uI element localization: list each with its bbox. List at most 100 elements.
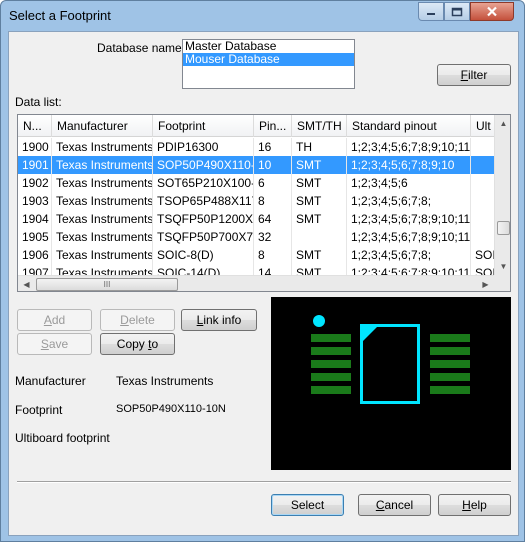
left-pad: [311, 373, 351, 381]
close-button[interactable]: [470, 2, 514, 21]
cell-footprint: TSOP65P488X117-8: [153, 192, 254, 210]
table-row[interactable]: 1903Texas InstrumentsTSOP65P488X117-88SM…: [18, 192, 494, 210]
cancel-button[interactable]: Cancel: [358, 494, 431, 516]
left-pad: [311, 360, 351, 368]
database-listbox[interactable]: Master Database Mouser Database: [182, 39, 355, 89]
cell-standard-pinout: 1;2;3;4;5;6;7;8;9;10;11: [347, 228, 471, 246]
horizontal-scroll-thumb[interactable]: III: [36, 278, 178, 291]
data-list-grid[interactable]: N... Manufacturer Footprint Pin... SMT/T…: [17, 114, 511, 292]
help-button[interactable]: Help: [438, 494, 511, 516]
cell-standard-pinout: 1;2;3;4;5;6;7;8;: [347, 192, 471, 210]
cell-manufacturer: Texas Instruments: [52, 210, 153, 228]
vertical-scrollbar[interactable]: ▲ ▼: [494, 115, 510, 275]
add-button-label: dd: [51, 313, 66, 327]
scroll-right-arrow-icon[interactable]: ▶: [477, 276, 494, 291]
right-pad: [430, 373, 470, 381]
horizontal-scrollbar[interactable]: ◀ III ▶: [18, 275, 494, 291]
title-bar[interactable]: Select a Footprint: [1, 1, 524, 31]
link-info-button[interactable]: Link info: [181, 309, 257, 331]
maximize-button[interactable]: [444, 2, 470, 21]
table-row[interactable]: 1900 Texas Instruments PDIP16300 16 TH 1;2;3;…: [18, 138, 494, 156]
cell-manufacturer: Texas Instruments: [52, 138, 153, 156]
ultiboard-footprint-label: Ultiboard footprint: [15, 431, 110, 445]
maximize-icon: [451, 7, 463, 16]
cell-footprint: PDIP16300: [153, 138, 254, 156]
cell-pins: 32: [254, 228, 292, 246]
cell-number: 1906: [18, 246, 52, 264]
copy-to-button-label-pre: Copy: [116, 337, 149, 351]
manufacturer-value: Texas Instruments: [116, 374, 214, 388]
cell-manufacturer: Texas Instruments: [52, 228, 153, 246]
link-info-button-label: ink info: [203, 313, 242, 327]
help-button-label: elp: [470, 498, 487, 512]
add-button[interactable]: Add: [17, 309, 92, 331]
separator-line: [17, 481, 511, 483]
cell-pins: 8: [254, 246, 292, 264]
cell-smt-th: SMT: [292, 210, 347, 228]
cell-standard-pinout: 1;2;3;4;5;6;7;8;: [347, 246, 471, 264]
filter-button[interactable]: Filter: [437, 64, 511, 86]
scroll-left-arrow-icon[interactable]: ◀: [18, 276, 35, 291]
table-row[interactable]: 1906 Texas Instruments SOIC-8(D) 8 SMT 1;2;3;…: [18, 246, 496, 264]
cell-standard-pinout: 1;2;3;4;5;6;7;8;9;10;11: [347, 210, 471, 228]
save-button[interactable]: Save: [17, 333, 92, 355]
cell-manufacturer: Texas Instruments: [52, 174, 153, 192]
footprint-label: Footprint: [15, 403, 63, 417]
save-button-mnemonic: S: [40, 337, 49, 351]
cell-standard-pinout: 1;2;3;4;5;6: [347, 174, 471, 192]
scroll-down-arrow-icon[interactable]: ▼: [495, 258, 510, 275]
copy-to-button-label: o: [151, 337, 159, 351]
cell-number: 1902: [18, 174, 52, 192]
cell-standard-pinout: 1;2;3;4;5;6;7;8;9;10: [347, 156, 471, 174]
cell-standard-pinout: 1;2;3;4;5;6;7;8;9;10;11: [347, 138, 471, 156]
save-button-label: ave: [48, 337, 69, 351]
column-header-smt-th[interactable]: SMT/TH: [292, 115, 347, 137]
cell-footprint: TSQFP50P700X700X: [153, 228, 254, 246]
scrollbar-corner: [494, 275, 510, 291]
left-pad: [311, 347, 351, 355]
scroll-up-arrow-icon[interactable]: ▲: [495, 115, 510, 132]
delete-button[interactable]: Delete: [100, 309, 175, 331]
delete-button-mnemonic: D: [120, 313, 129, 327]
vertical-scroll-thumb[interactable]: [497, 221, 510, 235]
manufacturer-label: Manufacturer: [15, 374, 86, 388]
column-header-standard-pinout[interactable]: Standard pinout: [347, 115, 471, 137]
cell-number: 1904: [18, 210, 52, 228]
cell-footprint: SOT65P210X100-6N: [153, 174, 254, 192]
cell-smt-th: TH: [292, 138, 347, 156]
right-pad: [430, 386, 470, 394]
column-header-pins[interactable]: Pin...: [254, 115, 292, 137]
database-option-mouser[interactable]: Mouser Database: [183, 53, 354, 66]
cell-number: 1905: [18, 228, 52, 246]
cell-pins: 10: [254, 156, 292, 174]
minimize-button[interactable]: [418, 2, 444, 21]
cell-pins: 6: [254, 174, 292, 192]
select-button[interactable]: Select: [271, 494, 344, 516]
cell-number: 1900: [18, 138, 52, 156]
left-pad: [311, 334, 351, 342]
cell-manufacturer: Texas Instruments: [52, 246, 153, 264]
column-header-footprint[interactable]: Footprint: [153, 115, 254, 137]
column-header-manufacturer[interactable]: Manufacturer: [52, 115, 153, 137]
cell-smt-th: SMT: [292, 174, 347, 192]
table-row[interactable]: 1905Texas InstrumentsTSQFP50P700X700X32 1…: [18, 228, 494, 246]
cell-number: 1903: [18, 192, 52, 210]
cell-smt-th: SMT: [292, 192, 347, 210]
cell-number: 1901: [18, 156, 52, 174]
pin1-marker: [313, 315, 325, 327]
select-button-label-pre: Select: [290, 498, 325, 512]
table-row[interactable]: 1901Texas InstrumentsSOP50P490X110-10N10…: [18, 156, 494, 174]
left-pad: [311, 386, 351, 394]
column-header-number[interactable]: N...: [18, 115, 52, 137]
copy-to-button[interactable]: Copy to: [100, 333, 175, 355]
right-pad: [430, 334, 470, 342]
table-row[interactable]: 1902Texas InstrumentsSOT65P210X100-6N6SM…: [18, 174, 494, 192]
cell-pins: 8: [254, 192, 292, 210]
table-row[interactable]: 1904Texas InstrumentsTSQFP50P1200X12064S…: [18, 210, 494, 228]
delete-button-label: elete: [128, 313, 155, 327]
cell-footprint: SOP50P490X110-10N: [153, 156, 254, 174]
cell-pins: 64: [254, 210, 292, 228]
cell-pins: 16: [254, 138, 292, 156]
cell-manufacturer: Texas Instruments: [52, 156, 153, 174]
close-icon: [487, 6, 497, 17]
